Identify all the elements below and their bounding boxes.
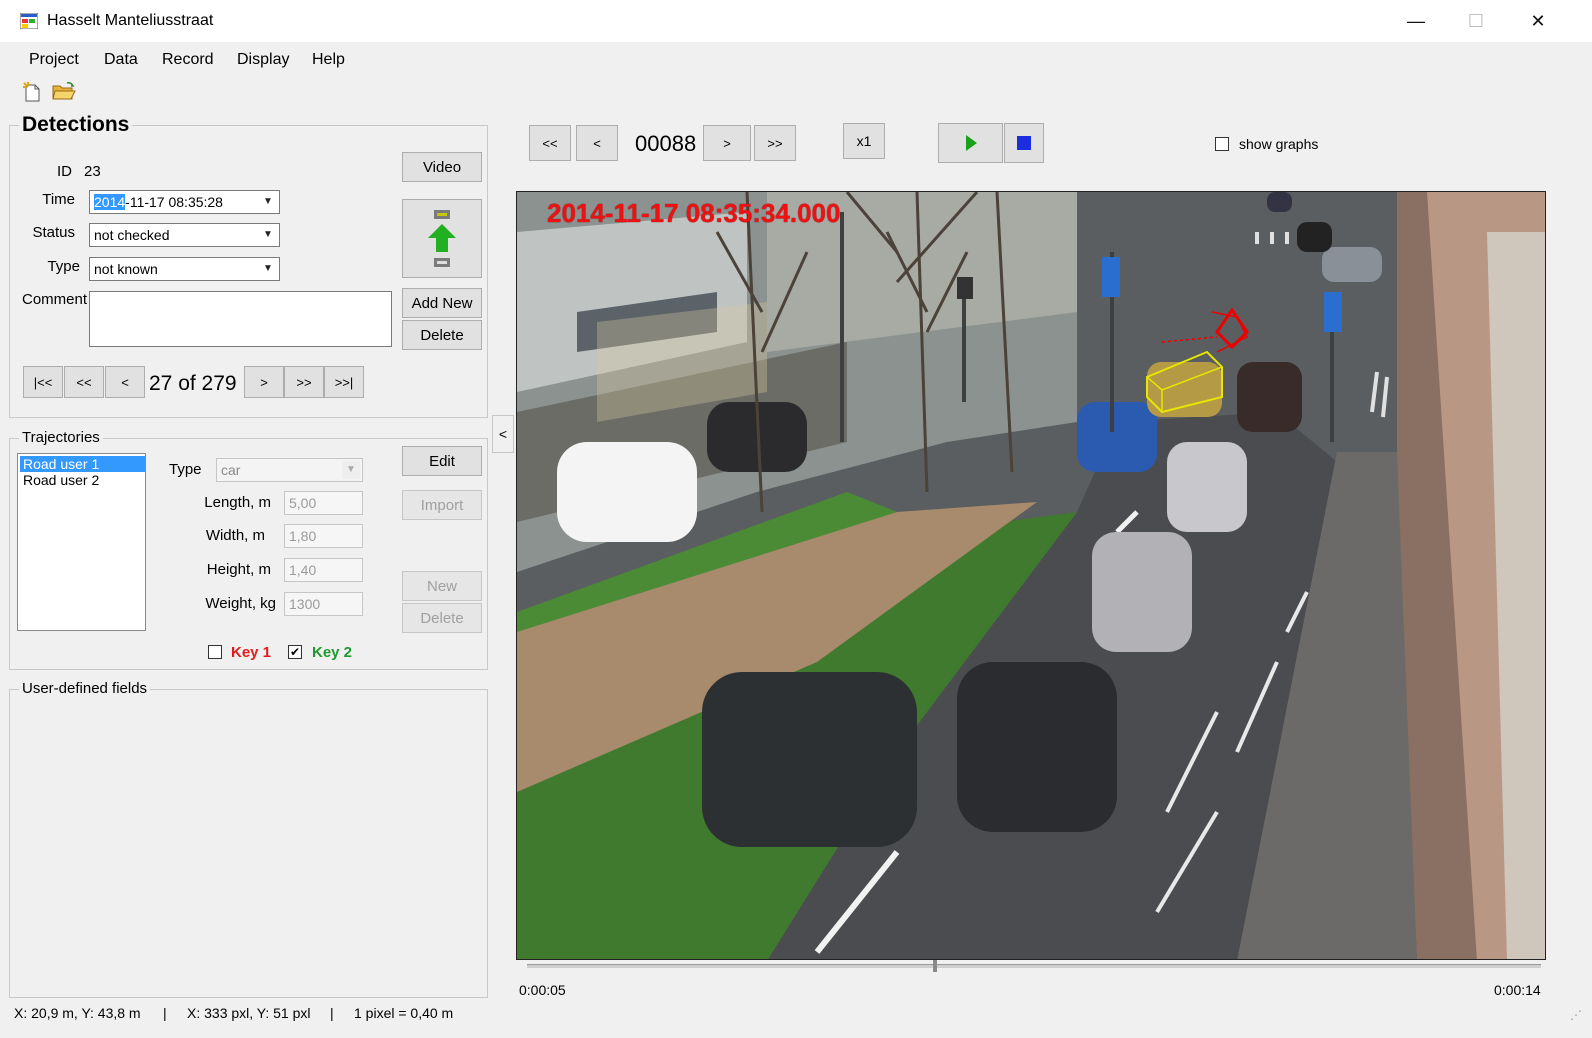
timeline-thumb[interactable] xyxy=(932,960,937,972)
status-select[interactable]: not checked ▼ xyxy=(89,223,280,247)
new-trajectory-button[interactable]: New xyxy=(402,571,482,601)
chevron-down-icon[interactable]: ▼ xyxy=(342,461,360,479)
user-fields-group xyxy=(9,689,488,998)
title-bar: Hasselt Manteliusstraat — ☐ ✕ xyxy=(0,0,1592,42)
delete-trajectory-button[interactable]: Delete xyxy=(402,603,482,633)
show-graphs-checkbox[interactable] xyxy=(1215,137,1229,151)
prev-detection-button[interactable]: < xyxy=(105,366,145,398)
height-label: Height, m xyxy=(206,561,271,578)
weight-field[interactable]: 1300 xyxy=(284,592,363,616)
show-graphs-label: show graphs xyxy=(1239,136,1319,152)
list-item[interactable]: Road user 2 xyxy=(20,472,143,488)
chevron-down-icon[interactable]: ▼ xyxy=(259,226,277,244)
import-button[interactable]: Import xyxy=(402,490,482,520)
timeline-start: 0:00:05 xyxy=(519,982,566,998)
last-detection-button[interactable]: >>| xyxy=(324,366,364,398)
edit-button[interactable]: Edit xyxy=(402,446,482,476)
weight-label: Weight, kg xyxy=(205,595,276,612)
key2-label: Key 2 xyxy=(312,644,353,661)
resize-grip-icon[interactable]: ⋰ xyxy=(1570,1008,1582,1022)
next-fast-detection-button[interactable]: >> xyxy=(284,366,324,398)
key1-checkbox[interactable] xyxy=(208,645,222,659)
type-select[interactable]: not known ▼ xyxy=(89,257,280,281)
pixel-coordinates: X: 333 pxl, Y: 51 pxl xyxy=(187,1005,311,1021)
speed-button[interactable]: x1 xyxy=(843,123,885,159)
menu-help[interactable]: Help xyxy=(312,51,345,69)
time-label: Time xyxy=(42,191,75,208)
detection-counter: 27 of 279 xyxy=(149,372,237,395)
height-field[interactable]: 1,40 xyxy=(284,558,363,582)
player-prev-fast-button[interactable]: << xyxy=(529,125,571,161)
minimize-button[interactable]: — xyxy=(1393,6,1439,36)
pixel-scale: 1 pixel = 0,40 m xyxy=(354,1005,454,1021)
detections-title: Detections xyxy=(19,113,133,137)
video-frame[interactable]: 2014-11-17 08:35:34.000 xyxy=(516,191,1546,960)
menu-data[interactable]: Data xyxy=(104,51,138,69)
menu-bar: Project Data Record Display Help xyxy=(0,44,1592,76)
window-title: Hasselt Manteliusstraat xyxy=(47,12,214,29)
time-picker[interactable]: 2014-11-17 08:35:28 ▼ xyxy=(89,190,280,214)
chevron-down-icon[interactable]: ▼ xyxy=(259,193,277,211)
street-scene-image xyxy=(517,192,1545,959)
player-next-fast-button[interactable]: >> xyxy=(754,125,796,161)
status-value: not checked xyxy=(94,227,170,243)
road-user-list[interactable]: Road user 1 Road user 2 xyxy=(17,453,146,631)
video-timestamp: 2014-11-17 08:35:34.000 xyxy=(547,198,841,228)
world-coordinates: X: 20,9 m, Y: 43,8 m xyxy=(14,1005,141,1021)
new-file-icon[interactable] xyxy=(22,81,42,103)
status-separator: | xyxy=(330,1005,334,1021)
id-label: ID xyxy=(57,163,72,180)
menu-record[interactable]: Record xyxy=(162,51,214,69)
status-separator: | xyxy=(163,1005,167,1021)
play-button[interactable] xyxy=(938,123,1003,163)
time-year-selected: 2014 xyxy=(94,194,126,210)
delete-detection-button[interactable]: Delete xyxy=(402,320,482,350)
comment-input[interactable] xyxy=(89,291,392,347)
length-field[interactable]: 5,00 xyxy=(284,491,363,515)
close-button[interactable]: ✕ xyxy=(1515,6,1561,36)
status-bar: X: 20,9 m, Y: 43,8 m | X: 333 pxl, Y: 51… xyxy=(0,1000,1592,1038)
menu-display[interactable]: Display xyxy=(237,51,289,69)
width-label: Width, m xyxy=(205,527,265,544)
id-value: 23 xyxy=(84,163,101,180)
key2-checkbox[interactable]: ✔ xyxy=(288,645,302,659)
collapse-panel-button[interactable]: < xyxy=(492,415,514,453)
app-icon xyxy=(20,13,38,29)
type-label: Type xyxy=(47,258,80,275)
user-fields-title: User-defined fields xyxy=(19,680,151,697)
comment-label: Comment xyxy=(22,291,88,308)
open-folder-icon[interactable] xyxy=(52,82,76,102)
status-label: Status xyxy=(32,224,75,241)
stop-icon xyxy=(1017,136,1031,150)
maximize-button[interactable]: ☐ xyxy=(1453,6,1499,36)
move-up-button[interactable] xyxy=(402,199,482,278)
width-field[interactable]: 1,80 xyxy=(284,524,363,548)
add-new-button[interactable]: Add New xyxy=(402,288,482,318)
arrow-up-icon xyxy=(428,209,456,267)
player-prev-button[interactable]: < xyxy=(576,125,618,161)
first-detection-button[interactable]: |<< xyxy=(23,366,63,398)
next-detection-button[interactable]: > xyxy=(244,366,284,398)
type-value: not known xyxy=(94,261,158,277)
time-rest: -11-17 08:35:28 xyxy=(125,194,223,210)
menu-project[interactable]: Project xyxy=(29,51,79,69)
length-label: Length, m xyxy=(204,494,271,511)
key1-label: Key 1 xyxy=(231,644,272,661)
prev-fast-detection-button[interactable]: << xyxy=(64,366,104,398)
frame-number: 00088 xyxy=(635,131,697,156)
timeline-track[interactable] xyxy=(527,964,1541,968)
player-next-button[interactable]: > xyxy=(703,125,751,161)
list-item[interactable]: Road user 1 xyxy=(20,456,145,472)
toolbar xyxy=(0,78,1592,108)
play-icon xyxy=(965,135,977,151)
stop-button[interactable] xyxy=(1004,123,1044,163)
trajectory-type-label: Type xyxy=(169,461,202,478)
trajectories-title: Trajectories xyxy=(19,429,103,446)
trajectory-type-value: car xyxy=(221,462,241,478)
timeline-end: 0:00:14 xyxy=(1494,982,1541,998)
chevron-down-icon[interactable]: ▼ xyxy=(259,260,277,278)
video-button[interactable]: Video xyxy=(402,152,482,182)
trajectory-type-select[interactable]: car ▼ xyxy=(216,458,363,482)
